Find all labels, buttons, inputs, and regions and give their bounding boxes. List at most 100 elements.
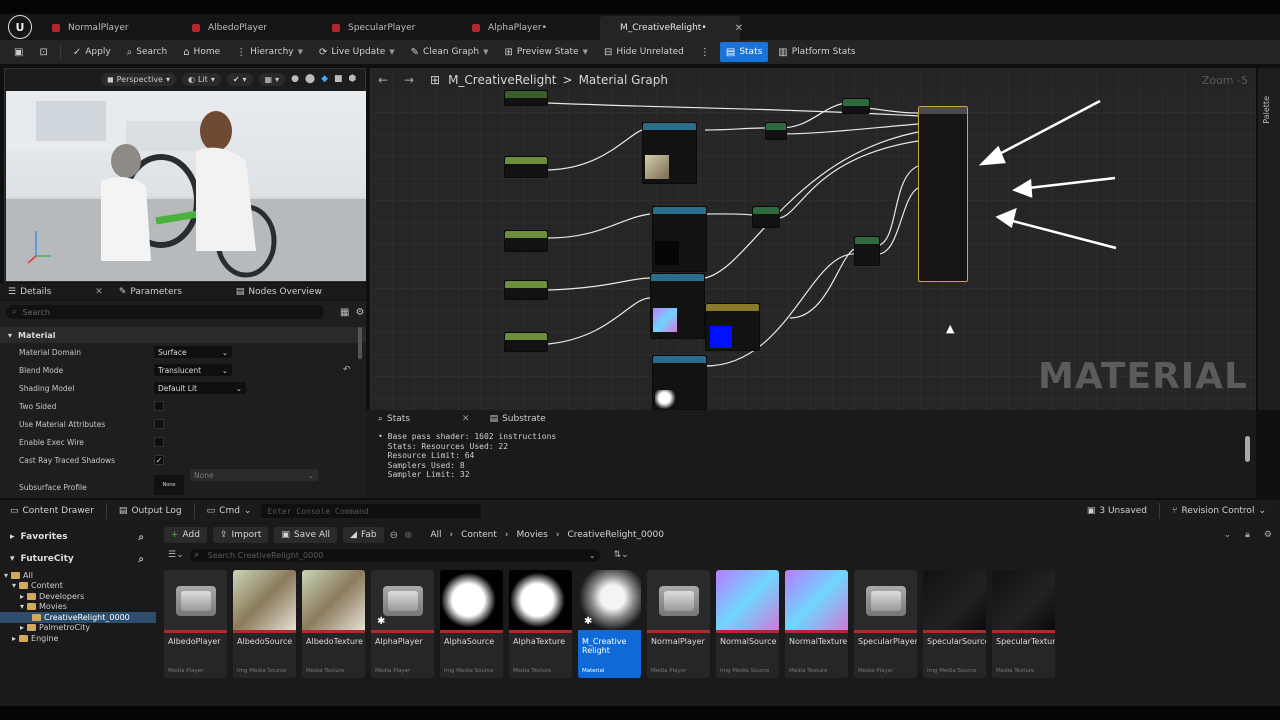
- lock-icon[interactable]: 🔒︎: [1245, 530, 1250, 540]
- tab-parameters[interactable]: ✎ Parameters: [111, 283, 190, 301]
- graph-node-texture-sample[interactable]: [652, 355, 707, 410]
- tree-item-creativerelight[interactable]: CreativeRelight_0000: [0, 612, 156, 623]
- graph-node-math[interactable]: [842, 98, 870, 114]
- hide-unrelated-button[interactable]: ⊟ Hide Unrelated: [598, 42, 690, 62]
- asset-tile[interactable]: SpecularPlayer Media Player: [854, 570, 917, 678]
- unsaved-button[interactable]: ▣ 3 Unsaved: [1083, 506, 1151, 516]
- use-material-attributes-checkbox[interactable]: [154, 419, 164, 429]
- platform-stats-button[interactable]: ▥ Platform Stats: [772, 42, 861, 62]
- console-command-input[interactable]: Enter Console Command: [261, 504, 482, 518]
- graph-node-param[interactable]: [504, 230, 548, 252]
- tree-item-movies[interactable]: ▾ Movies: [0, 602, 156, 613]
- shading-model-dropdown[interactable]: Default Lit ⌄: [154, 382, 246, 394]
- asset-tile[interactable]: ✱ AlphaPlayer Media Player: [371, 570, 434, 678]
- tab-substrate[interactable]: ▤ Substrate: [482, 410, 554, 428]
- more-options-button[interactable]: ⋮: [694, 42, 716, 62]
- graph-node-math[interactable]: [752, 206, 780, 228]
- settings-gear-icon[interactable]: ⚙: [1264, 530, 1272, 540]
- lit-dropdown[interactable]: ◐ Lit ▾: [182, 72, 221, 86]
- cmd-dropdown[interactable]: ▭ Cmd ⌄: [203, 506, 256, 516]
- output-log-button[interactable]: ▤ Output Log: [115, 506, 186, 516]
- close-tab-icon[interactable]: ✕: [735, 23, 743, 34]
- path-content[interactable]: Content: [461, 530, 497, 540]
- apply-button[interactable]: ✓ Apply: [67, 42, 117, 62]
- palette-tab[interactable]: Palette: [1258, 68, 1280, 410]
- tab-specular-player[interactable]: SpecularPlayer: [320, 16, 460, 40]
- material-preview-viewport[interactable]: ◼ Perspective ▾ ◐ Lit ▾ ✔ ▾ ▦ ▾ ● ⬤ ◆ ■ ⬢: [4, 68, 366, 282]
- path-movies[interactable]: Movies: [517, 530, 548, 540]
- graph-node-param[interactable]: [504, 332, 548, 352]
- tab-m-creative-relight[interactable]: M_CreativeRelight• ✕: [600, 16, 743, 40]
- reset-to-default-icon[interactable]: ↶: [343, 365, 351, 375]
- search-icon[interactable]: ⌕: [138, 554, 144, 565]
- live-update-button[interactable]: ⟳ Live Update ▼: [313, 42, 401, 62]
- blend-mode-dropdown[interactable]: Translucent ⌄: [154, 364, 232, 376]
- content-search-input[interactable]: ⌕ Search CreativeRelight_0000 ⌄: [189, 548, 600, 562]
- preview-cylinder-icon[interactable]: ⬤: [305, 74, 315, 84]
- enable-exec-wire-checkbox[interactable]: [154, 437, 164, 447]
- graph-node-param[interactable]: [504, 280, 548, 300]
- graph-node-material-result[interactable]: [918, 106, 968, 282]
- graph-node-texture-sample[interactable]: [650, 273, 705, 339]
- chevron-down-icon[interactable]: ⌄: [1224, 530, 1232, 540]
- back-circle-icon[interactable]: ⊖: [390, 530, 398, 541]
- perspective-dropdown[interactable]: ◼ Perspective ▾: [101, 72, 176, 86]
- subsurface-profile-dropdown[interactable]: None ⌄: [190, 469, 318, 481]
- details-scrollbar[interactable]: [358, 327, 362, 359]
- table-view-icon[interactable]: ▦: [340, 307, 349, 318]
- details-search-input[interactable]: ⌕ Search: [6, 305, 324, 319]
- save-all-button[interactable]: ▣ Save All: [274, 527, 338, 543]
- graph-node-math[interactable]: [854, 236, 880, 266]
- stats-scrollbar[interactable]: [1245, 436, 1250, 462]
- filter-icon[interactable]: ☰⌄: [168, 550, 184, 560]
- two-sided-checkbox[interactable]: [154, 401, 164, 411]
- tab-alpha-player[interactable]: AlphaPlayer•: [460, 16, 600, 40]
- preview-plane-icon[interactable]: ◆: [321, 74, 328, 84]
- revision-control-button[interactable]: ⑂ Revision Control ⌄: [1168, 506, 1270, 516]
- material-section-header[interactable]: ▾ Material: [0, 327, 366, 343]
- layout-dropdown[interactable]: ▦ ▾: [258, 72, 286, 86]
- home-button[interactable]: ⌂ Home: [177, 42, 226, 62]
- close-tab-icon[interactable]: ✕: [462, 414, 470, 424]
- tab-normal-player[interactable]: NormalPlayer: [40, 16, 180, 40]
- clean-graph-button[interactable]: ✎ Clean Graph ▼: [405, 42, 495, 62]
- tab-details[interactable]: ☰ Details ✕: [0, 283, 111, 301]
- save-button[interactable]: ▣: [8, 42, 29, 62]
- asset-tile[interactable]: AlbedoSource Img Media Source: [233, 570, 296, 678]
- close-tab-icon[interactable]: ✕: [95, 287, 103, 297]
- show-flags-dropdown[interactable]: ✔ ▾: [226, 72, 253, 86]
- graph-node-constant-vector[interactable]: [705, 303, 760, 351]
- fab-button[interactable]: ◢ Fab: [343, 527, 384, 543]
- asset-tile[interactable]: ✱ M_Creative Relight Material: [578, 570, 641, 678]
- tab-albedo-player[interactable]: AlbedoPlayer: [180, 16, 320, 40]
- asset-tile[interactable]: NormalSource Img Media Source: [716, 570, 779, 678]
- graph-node-texture-sample[interactable]: [652, 206, 707, 272]
- search-button[interactable]: ⌕ Search: [121, 42, 174, 62]
- stats-button[interactable]: ▤ Stats: [719, 42, 769, 62]
- tab-stats[interactable]: ⌕ Stats ✕: [370, 410, 478, 428]
- graph-node-math[interactable]: [765, 122, 787, 140]
- material-graph-canvas[interactable]: ← → ⊞ M_CreativeRelight > Material Graph…: [370, 68, 1256, 410]
- search-icon[interactable]: ⌕: [138, 532, 144, 543]
- material-domain-dropdown[interactable]: Surface ⌄: [154, 346, 232, 358]
- content-drawer-button[interactable]: ▭ Content Drawer: [6, 506, 98, 516]
- unreal-logo[interactable]: U: [0, 14, 40, 40]
- project-header[interactable]: ▾ FutureCity ⌕: [0, 548, 156, 570]
- asset-tile[interactable]: AlbedoTexture Media Texture: [302, 570, 365, 678]
- browse-button[interactable]: ⊡: [33, 42, 53, 62]
- tree-item-content[interactable]: ▾ Content: [0, 581, 156, 592]
- asset-tile[interactable]: AlbedoPlayer Media Player: [164, 570, 227, 678]
- settings-gear-icon[interactable]: ⚙: [355, 307, 364, 318]
- asset-tile[interactable]: NormalTexture Media Texture: [785, 570, 848, 678]
- preview-state-button[interactable]: ⊞ Preview State ▼: [498, 42, 594, 62]
- graph-node-param[interactable]: [504, 156, 548, 178]
- asset-tile[interactable]: NormalPlayer Media Player: [647, 570, 710, 678]
- tree-item-engine[interactable]: ▸ Engine: [0, 633, 156, 644]
- favorites-header[interactable]: ▸ Favorites ⌕: [0, 526, 156, 548]
- preview-mesh-icon[interactable]: ⬢: [349, 74, 357, 84]
- add-button[interactable]: + Add: [164, 527, 207, 543]
- cast-ray-traced-shadows-checkbox[interactable]: ✓: [154, 455, 164, 465]
- preview-cube-icon[interactable]: ■: [334, 74, 343, 84]
- path-all[interactable]: All: [430, 530, 441, 540]
- tree-item-all[interactable]: ▾ All: [0, 570, 156, 581]
